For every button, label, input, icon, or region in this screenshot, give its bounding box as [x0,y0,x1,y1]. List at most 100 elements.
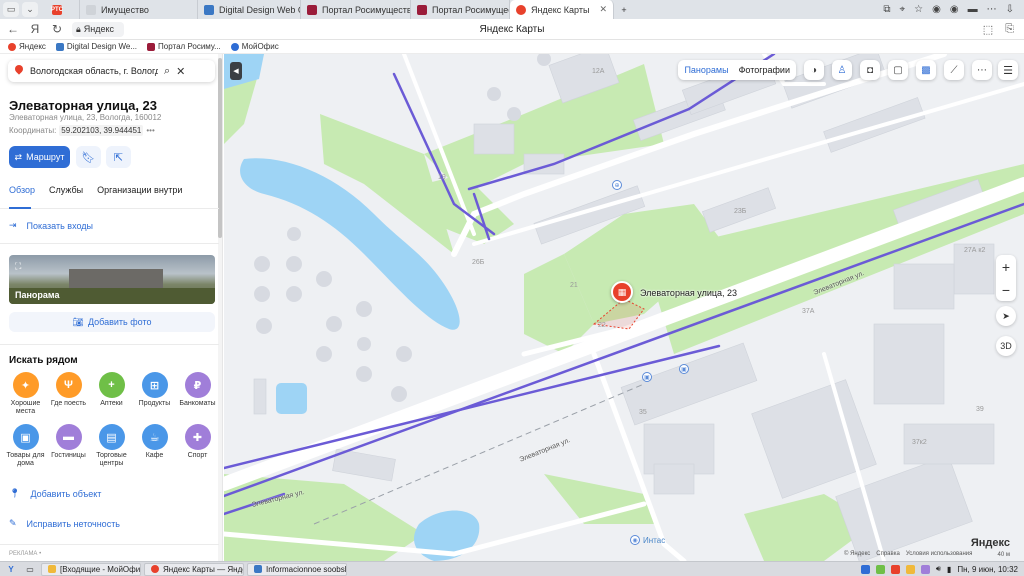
poi-intas[interactable]: ◉ Интас [630,535,665,545]
tray-app-icon[interactable] [905,564,915,574]
bookmarks-icon[interactable]: ⧉ [883,4,890,15]
layers-icon: ◑ [810,64,818,76]
taskbar-item-browser[interactable]: Яндекс Карты — Яндекс ... [144,562,244,576]
poi-icon[interactable]: ▣ [679,364,689,374]
nearby-category[interactable]: ⊞ Продукты [133,372,176,416]
reload-icon[interactable]: ↻ [48,22,66,36]
bookmark-digital-design[interactable]: Digital Design We... [55,42,137,51]
help-link[interactable]: Справка [876,551,900,557]
tray-app-icon[interactable] [875,564,885,574]
tabs-dropdown-button[interactable]: ⌄ [22,2,38,17]
nearby-category[interactable]: ▬ Гостиницы [47,424,90,468]
add-photo-button[interactable]: 📷︎ Добавить фото [9,312,215,332]
tray-app-icon[interactable] [890,564,900,574]
search-icon[interactable]: ⌕ [164,65,170,78]
tab-services[interactable]: Службы [49,185,83,195]
bookmark-myoffice[interactable]: МойОфис [230,42,279,51]
selected-place-marker[interactable]: ▦ [611,281,633,303]
bookmark-place-button[interactable]: 🔖︎ [76,146,101,168]
photos-toggle[interactable]: Фотографии [739,65,790,75]
nearby-category[interactable]: ✚ Спорт [176,424,219,468]
panorama-label: Панорама [15,290,60,300]
panoramas-toggle[interactable]: Панорамы [684,65,728,75]
selected-place-label[interactable]: Элеваторная улица, 23 [640,288,737,298]
terms-link[interactable]: Условия использования [906,551,973,557]
tray-app-icon[interactable] [860,564,870,574]
nearby-category[interactable]: ☕ Кафе [133,424,176,468]
new-tab-button[interactable]: + [614,0,634,19]
share-place-button[interactable]: ⇱ [106,146,131,168]
taskbar-item-mail[interactable]: [Входящие - МойОфис П... [41,562,141,576]
map-canvas[interactable]: 12А 19 26Б 21 22 23Б 27А к2 37А 35 37к2 … [224,54,1024,561]
show-entrances-link[interactable]: ⇥ Показать входы [9,220,93,231]
rts-favicon-icon: РТС [51,4,63,15]
place-sidebar: ⌕ ✕ Элеваторная улица, 23 Элеваторная ул… [0,54,223,561]
zoom-in-button[interactable]: + [996,255,1016,278]
clock[interactable]: Пн, 9 июн, 10:32 [957,565,1018,574]
route-button[interactable]: ⇄ Маршрут [9,146,70,168]
fix-error-link[interactable]: ✎ Исправить неточность [9,518,120,529]
location-icon[interactable]: ⌖ [900,4,906,15]
url-field[interactable]: 🔒︎ Яндекс [72,21,124,37]
yandex-icon[interactable]: Я [26,22,44,36]
extension-2-icon[interactable]: ◉ [950,4,959,15]
tab-yandex-maps[interactable]: Яндекс Карты ✕ [510,0,614,19]
network-icon[interactable]: ▮ [947,565,951,574]
search-input[interactable] [30,66,158,76]
map-layers-button[interactable]: ◑ [804,60,824,80]
collapse-sidebar-button[interactable]: ◀ [230,62,242,80]
tab-rosimushchestvo-2[interactable]: Портал Росимущества [411,0,510,19]
tab-organizations[interactable]: Организации внутри [97,185,182,195]
ruler-button[interactable]: ⟋ [944,60,964,80]
bookmark-yandex[interactable]: Яндекс [8,42,46,51]
share-icon: ⇱ [113,151,124,164]
nearby-category[interactable]: Ψ Где поесть [47,372,90,416]
volume-icon[interactable]: 🔊︎ [936,564,941,574]
start-menu-button[interactable]: Y [3,563,19,576]
tab-rts[interactable]: РТС [46,0,80,19]
tray-app-icon[interactable] [920,564,930,574]
category-label: Торговые центры [96,452,127,467]
bookmark-page-icon[interactable]: ⬚ [983,23,993,36]
poi-icon[interactable]: ⊕ [612,180,622,190]
tab-overview[interactable]: Обзор [9,185,35,195]
add-object-link[interactable]: 📍︎ Добавить объект [9,488,101,499]
tabs-menu-button[interactable]: ▭ [3,2,19,17]
layers-alt-button[interactable]: ▩ [916,60,936,80]
nearby-category[interactable]: ✦ Хорошие места [4,372,47,416]
sidebar-scrollbar[interactable] [218,54,222,561]
taskbar-item-document[interactable]: Informacionnoe soobshhe... [247,562,347,576]
my-location-button[interactable]: ➤ [996,306,1016,326]
tab-imushchestvo[interactable]: Имущество [80,0,198,19]
photo-mode-button[interactable]: ◘ [860,60,880,80]
tab-digital-design[interactable]: Digital Design Web Client [198,0,301,19]
panorama-mode-button[interactable]: ♙ [832,60,852,80]
view-3d-button[interactable]: 3D [996,336,1016,356]
bookmark-rosim[interactable]: Портал Росиму... [147,42,221,51]
coordinates-value[interactable]: 59.202103, 39.944451 [59,125,144,136]
nearby-category[interactable]: + Аптеки [90,372,133,416]
coordinates-label: Координаты: [9,126,57,135]
more-icon[interactable]: ⋯ [987,4,997,15]
share-icon[interactable]: ⎘ [1005,23,1014,36]
nearby-category[interactable]: ₽ Банкоматы [176,372,219,416]
files-button[interactable]: ▭ [22,563,38,576]
minimize-icon[interactable]: ▬ [968,4,978,15]
poi-icon[interactable]: ▣ [642,372,652,382]
clear-search-icon[interactable]: ✕ [176,65,185,78]
download-icon[interactable]: ⇩ [1006,4,1014,15]
main-menu-button[interactable]: ☰ [998,60,1018,80]
back-icon[interactable]: ← [4,22,22,36]
panorama-preview[interactable]: ⛶ Панорама [9,255,215,304]
zoom-out-button[interactable]: − [996,278,1016,301]
nearby-category[interactable]: ▤ Торговые центры [90,424,133,468]
favorites-icon[interactable]: ☆ [914,4,923,15]
tab-rosimushchestvo-1[interactable]: Портал Росимущества [301,0,411,19]
close-tab-icon[interactable]: ✕ [591,4,607,15]
transport-button[interactable]: ▢ [888,60,908,80]
extension-icon[interactable]: ◉ [932,4,941,15]
more-tools-button[interactable]: ⋯ [972,60,992,80]
coordinates-more-icon[interactable]: ••• [146,126,154,135]
nearby-category[interactable]: ▣ Товары для дома [4,424,47,468]
scrollbar-thumb[interactable] [218,58,222,238]
